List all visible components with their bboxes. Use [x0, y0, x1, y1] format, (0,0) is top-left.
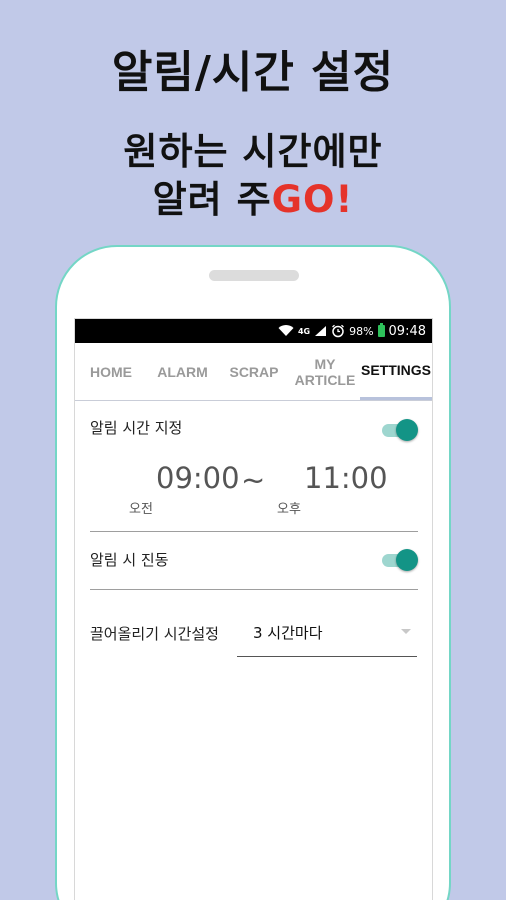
pull-interval-label: 끌어올리기 시간설정: [90, 625, 219, 643]
tab-scrap[interactable]: SCRAP: [218, 343, 290, 400]
tab-alarm[interactable]: ALARM: [147, 343, 218, 400]
wifi-icon: [278, 325, 294, 337]
promo-subtitle-accent: GO!: [271, 178, 354, 221]
tab-settings[interactable]: SETTINGS: [360, 343, 432, 400]
status-bar: 4G 98% 09:48: [75, 319, 432, 343]
divider: [90, 531, 418, 532]
caret-down-icon: [401, 629, 411, 634]
phone-speaker: [209, 270, 299, 281]
vibrate-row: 알림 시 진동: [90, 549, 418, 571]
alarm-time-toggle[interactable]: [382, 419, 418, 441]
alarm-time-label: 알림 시간 지정: [90, 419, 183, 437]
signal-icon: [314, 325, 327, 337]
network-type-label: 4G: [297, 326, 311, 336]
start-time[interactable]: 09:00: [156, 461, 240, 495]
toggle-thumb: [396, 419, 418, 441]
pull-interval-dropdown[interactable]: 3 시간마다: [237, 615, 417, 657]
time-range-separator: ~: [241, 463, 266, 497]
divider: [90, 589, 418, 590]
promo-title: 알림/시간 설정: [111, 47, 395, 98]
promo-subtitle-line1: 원하는 시간에만: [123, 130, 383, 173]
dropdown-value: 3 시간마다: [253, 624, 323, 642]
tab-bar: HOME ALARM SCRAP MY ARTICLE SETTINGS: [75, 343, 432, 401]
promo-subtitle: 원하는 시간에만 알려 주GO!: [0, 128, 506, 224]
promo-subtitle-line2-text: 알려 주: [152, 178, 272, 221]
tab-home[interactable]: HOME: [75, 343, 147, 400]
clock-time: 09:48: [388, 323, 426, 339]
promo-subtitle-line2: 알려 주GO!: [0, 176, 506, 224]
toggle-thumb: [396, 549, 418, 571]
alarm-clock-icon: [331, 324, 345, 338]
alarm-time-row: 알림 시간 지정: [90, 417, 418, 441]
app-screen: 4G 98% 09:48 HOME ALARM SCRAP MY ARTICLE…: [74, 318, 433, 900]
battery-icon: [377, 323, 385, 337]
start-period: 오전: [129, 502, 153, 517]
battery-percent: 98%: [349, 324, 374, 338]
vibrate-toggle[interactable]: [382, 549, 418, 571]
tab-my-article[interactable]: MY ARTICLE: [290, 343, 360, 400]
end-period: 오후: [277, 502, 301, 517]
end-time[interactable]: 11:00: [304, 461, 388, 495]
vibrate-label: 알림 시 진동: [90, 551, 169, 569]
